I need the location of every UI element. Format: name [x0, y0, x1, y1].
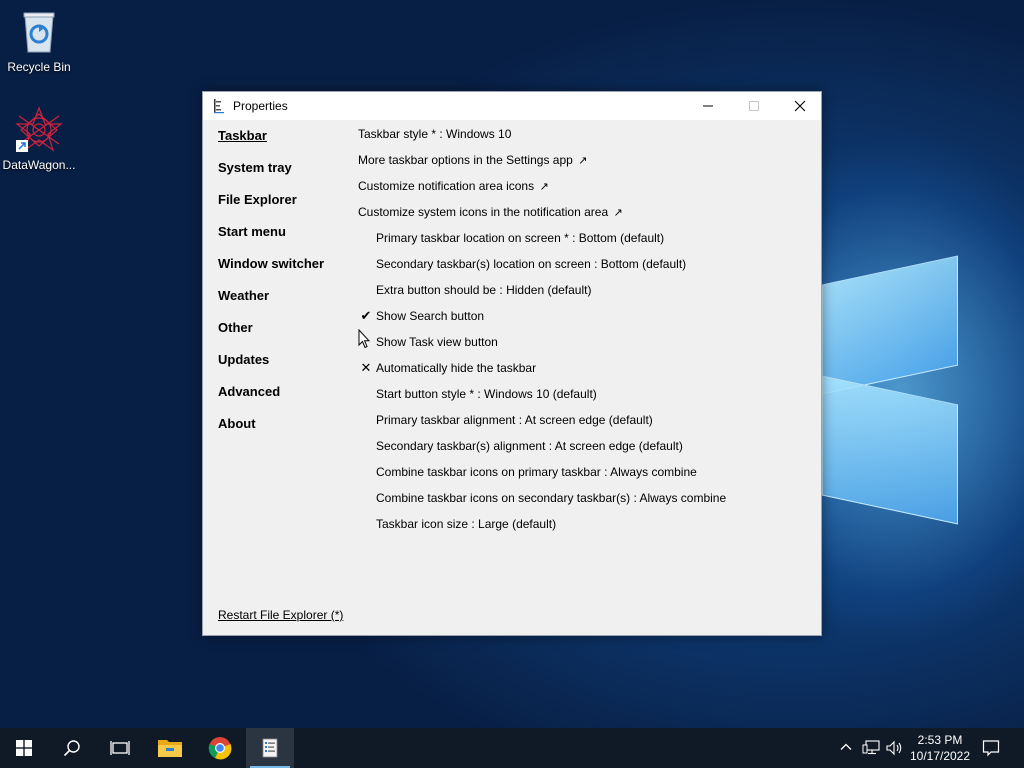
sidebar-item-window-switcher[interactable]: Window switcher	[218, 255, 324, 287]
external-link-icon: ↗	[539, 181, 549, 193]
option-label: Primary taskbar alignment : At screen ed…	[376, 413, 653, 427]
task-view-icon	[110, 741, 130, 755]
show-hidden-icons-button[interactable]	[838, 740, 854, 756]
sidebar-item-file-explorer[interactable]: File Explorer	[218, 191, 324, 223]
option-label: Taskbar style * : Windows 10	[358, 127, 512, 141]
option-taskbar-icon-size[interactable]: Taskbar icon size : Large (default)	[358, 516, 808, 542]
mouse-cursor-icon	[358, 329, 370, 349]
option-system-icons-link[interactable]: Customize system icons in the notificati…	[358, 204, 808, 230]
taskbar-options-list: Taskbar style * : Windows 10 More taskba…	[358, 126, 808, 542]
minimize-icon	[703, 105, 713, 107]
external-link-icon: ↗	[613, 207, 623, 219]
option-label: Secondary taskbar(s) location on screen …	[376, 257, 687, 271]
option-combine-secondary[interactable]: Combine taskbar icons on secondary taskb…	[358, 490, 808, 516]
sidebar-nav: Taskbar System tray File Explorer Start …	[218, 127, 324, 447]
option-label: Customize notification area icons	[358, 179, 535, 193]
sidebar-item-about[interactable]: About	[218, 415, 324, 447]
cross-mark-icon: ✕	[360, 360, 372, 375]
sidebar-item-advanced[interactable]: Advanced	[218, 383, 324, 415]
properties-taskbar-button[interactable]	[246, 728, 294, 768]
search-button[interactable]	[48, 728, 96, 768]
option-label: Customize system icons in the notificati…	[358, 205, 609, 219]
option-label: Show Search button	[376, 309, 485, 323]
maximize-button[interactable]	[731, 92, 777, 120]
network-tray-button[interactable]	[862, 740, 880, 756]
properties-app-icon	[211, 98, 227, 114]
option-label: Combine taskbar icons on secondary taskb…	[376, 491, 727, 505]
option-secondary-taskbar-location[interactable]: Secondary taskbar(s) location on screen …	[358, 256, 808, 282]
option-show-task-view-button[interactable]: Show Task view button	[358, 334, 808, 360]
option-label: Taskbar icon size : Large (default)	[376, 517, 557, 531]
windows-logo-wallpaper	[822, 240, 972, 540]
option-label: Extra button should be : Hidden (default…	[376, 283, 592, 297]
properties-app-icon	[262, 738, 278, 758]
file-explorer-taskbar-button[interactable]	[146, 728, 194, 768]
close-icon	[794, 100, 806, 112]
desktop-icon-datawagon[interactable]: DataWagon...	[1, 106, 77, 172]
option-start-button-style[interactable]: Start button style * : Windows 10 (defau…	[358, 386, 808, 412]
properties-window: Properties Taskbar System tray File Expl…	[202, 91, 822, 636]
datawagon-shortcut-icon	[15, 106, 63, 154]
clock-date: 10/17/2022	[909, 749, 971, 763]
action-center-icon	[982, 740, 1000, 757]
option-notification-area-icons-link[interactable]: Customize notification area icons ↗	[358, 178, 808, 204]
volume-tray-button[interactable]	[886, 740, 902, 756]
option-more-taskbar-settings-link[interactable]: More taskbar options in the Settings app…	[358, 152, 808, 178]
taskbar-clock[interactable]: 2:53 PM 10/17/2022	[904, 732, 976, 764]
sidebar-item-weather[interactable]: Weather	[218, 287, 324, 319]
taskbar: 2:53 PM 10/17/2022	[0, 728, 1024, 768]
chrome-icon	[208, 737, 232, 760]
chrome-taskbar-button[interactable]	[196, 728, 244, 768]
option-auto-hide-taskbar[interactable]: ✕ Automatically hide the taskbar	[358, 360, 808, 386]
recycle-bin-icon	[15, 8, 63, 56]
option-label: Secondary taskbar(s) alignment : At scre…	[376, 439, 683, 453]
sidebar-item-system-tray[interactable]: System tray	[218, 159, 324, 191]
sidebar-item-start-menu[interactable]: Start menu	[218, 223, 324, 255]
volume-icon	[886, 740, 902, 756]
restart-file-explorer-link[interactable]: Restart File Explorer (*)	[218, 608, 343, 622]
sidebar-item-other[interactable]: Other	[218, 319, 324, 351]
option-label: Start button style * : Windows 10 (defau…	[376, 387, 597, 401]
file-explorer-icon	[158, 740, 182, 757]
option-combine-primary[interactable]: Combine taskbar icons on primary taskbar…	[358, 464, 808, 490]
option-extra-button[interactable]: Extra button should be : Hidden (default…	[358, 282, 808, 308]
search-icon	[63, 740, 80, 757]
clock-time: 2:53 PM	[917, 733, 963, 747]
desktop-icon-label: DataWagon...	[2, 158, 76, 172]
sidebar-item-updates[interactable]: Updates	[218, 351, 324, 383]
minimize-button[interactable]	[685, 92, 731, 120]
option-primary-taskbar-alignment[interactable]: Primary taskbar alignment : At screen ed…	[358, 412, 808, 438]
title-bar[interactable]: Properties	[203, 92, 821, 120]
option-show-search-button[interactable]: ✔ Show Search button	[358, 308, 808, 334]
option-label: Show Task view button	[376, 335, 498, 349]
network-icon	[862, 740, 880, 755]
desktop-icon-recycle-bin[interactable]: Recycle Bin	[1, 8, 77, 74]
option-label: Combine taskbar icons on primary taskbar…	[376, 465, 697, 479]
chevron-up-icon	[840, 743, 852, 750]
close-button[interactable]	[777, 92, 823, 120]
checkmark-icon: ✔	[360, 308, 372, 323]
external-link-icon: ↗	[578, 155, 588, 167]
task-view-button[interactable]	[96, 728, 144, 768]
action-center-button[interactable]	[982, 739, 1000, 757]
option-taskbar-style[interactable]: Taskbar style * : Windows 10	[358, 126, 808, 152]
option-label: Primary taskbar location on screen * : B…	[376, 231, 665, 245]
option-primary-taskbar-location[interactable]: Primary taskbar location on screen * : B…	[358, 230, 808, 256]
maximize-icon	[749, 101, 759, 111]
option-label: Automatically hide the taskbar	[376, 361, 537, 375]
window-title: Properties	[233, 99, 288, 113]
option-secondary-taskbar-alignment[interactable]: Secondary taskbar(s) alignment : At scre…	[358, 438, 808, 464]
option-label: More taskbar options in the Settings app	[358, 153, 573, 167]
start-button[interactable]	[0, 728, 48, 768]
desktop-icon-label: Recycle Bin	[7, 60, 71, 74]
sidebar-item-taskbar[interactable]: Taskbar	[218, 127, 324, 159]
start-icon	[16, 740, 32, 756]
